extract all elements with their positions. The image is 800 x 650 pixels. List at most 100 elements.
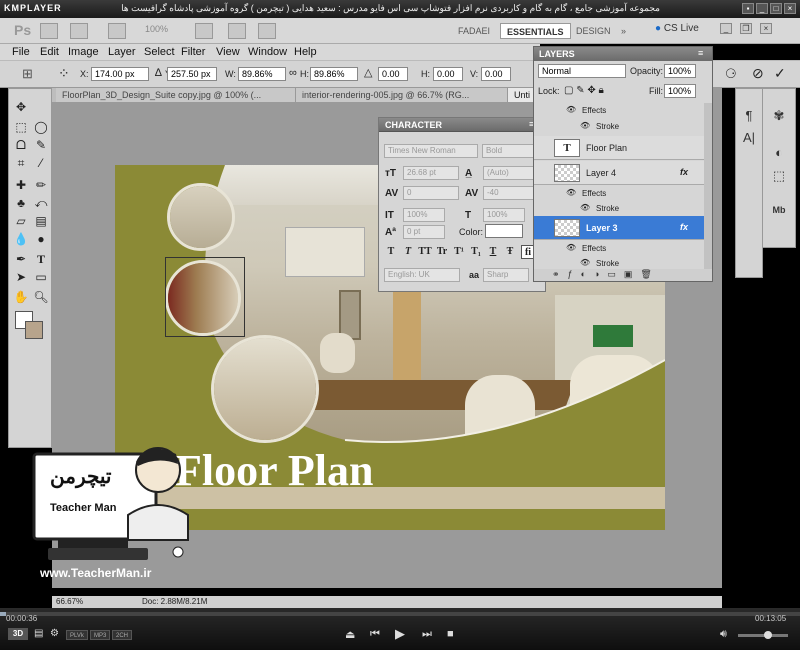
blur-tool-icon[interactable]: 💧 [13,231,29,247]
eye-icon[interactable]: 👁︎ [580,258,590,267]
strikethrough-button[interactable]: Ŧ [503,245,517,259]
km-maximize-icon[interactable]: □ [770,3,782,14]
faux-bold-button[interactable]: T [384,245,398,259]
opacity-field[interactable]: 100% [664,64,696,78]
vertical-scale-field[interactable]: 100% [403,208,445,222]
history-brush-icon[interactable]: ⤺ [33,195,49,211]
workspace-more[interactable]: » [615,23,632,39]
tab-interior-rendering[interactable]: interior-rendering-005.jpg @ 66.7% (RG..… [296,88,508,102]
3d-button[interactable]: 3D [8,628,28,640]
background-color-swatch[interactable] [25,321,43,339]
bridge-icon[interactable] [40,23,58,39]
ellipse-marquee-icon[interactable]: ◯ [33,119,49,135]
effects-row[interactable]: 👁︎ Effects [534,103,704,118]
shape-tool-icon[interactable]: ▭ [33,269,49,285]
layer-row-layer-3[interactable]: Layer 3 fx [534,216,704,240]
settings-icon[interactable]: ⚙ [50,628,59,639]
arrange-documents-icon[interactable] [228,23,246,39]
menu-view[interactable]: View [216,46,240,58]
eye-icon[interactable]: 👁︎ [566,188,576,197]
path-select-icon[interactable]: ➤ [13,269,29,285]
color-panel-icon[interactable]: ✾ [770,107,788,125]
menu-edit[interactable]: Edit [40,46,59,58]
menu-file[interactable]: File [12,46,30,58]
vskew-field[interactable]: 0.00 [481,67,511,81]
eye-icon[interactable]: 👁︎ [580,121,590,130]
workspace-fadaei[interactable]: FADAEI [452,23,496,39]
km-minimize-icon[interactable]: _ [756,3,768,14]
baseline-shift-field[interactable]: 0 pt [403,225,445,239]
volume-slider[interactable] [738,634,788,637]
lock-icons[interactable]: ▢ ✎ ✥ 🔒︎ [564,85,604,96]
transform-bounding-box[interactable] [165,257,245,337]
eye-icon[interactable]: 👁︎ [566,243,576,252]
volume-icon[interactable]: 🔊︎ [720,628,727,641]
volume-knob[interactable] [764,631,772,639]
cancel-transform-icon[interactable]: ⊘ [752,65,764,82]
tab-floorplan[interactable]: FloorPlan_3D_Design_Suite copy.jpg @ 100… [56,88,296,102]
all-caps-button[interactable]: TT [418,245,432,259]
eye-icon[interactable]: 👁︎ [566,105,576,114]
menu-select[interactable]: Select [144,46,175,58]
effects-row[interactable]: 👁︎ Effects [534,241,704,256]
minibridge-icon[interactable] [70,23,88,39]
text-color-swatch[interactable] [485,224,523,238]
font-size-field[interactable]: 26.68 pt [403,166,459,180]
screen-mode-icon[interactable] [258,23,276,39]
fill-field[interactable]: 100% [664,84,696,98]
ps-restore-icon[interactable]: ❐ [740,23,752,34]
eye-icon[interactable]: 👁︎ [580,203,590,212]
gradient-tool-icon[interactable]: ▤ [33,213,49,229]
move-tool-icon[interactable]: ✥ [13,99,29,115]
pen-tool-icon[interactable]: ✒ [13,251,29,267]
fx-icon[interactable]: fx [680,222,688,232]
menu-help[interactable]: Help [294,46,317,58]
menu-window[interactable]: Window [248,46,287,58]
effects-row[interactable]: 👁︎ Effects [534,186,704,201]
faux-italic-button[interactable]: T [401,245,415,259]
small-caps-button[interactable]: Tr [435,245,449,259]
play-icon[interactable]: ▶ [395,626,405,642]
rotate-field[interactable]: 0.00 [378,67,408,81]
menu-filter[interactable]: Filter [181,46,205,58]
layer-row-layer-4[interactable]: Layer 4 fx [534,161,704,185]
zoom-level-dropdown[interactable]: 100% [145,24,168,34]
height-field[interactable]: 89.86% [310,67,358,81]
subscript-button[interactable]: T₁ [469,245,483,259]
antialias-select[interactable]: Sharp [483,268,529,282]
link-icon[interactable]: ∞ [289,67,297,79]
thumbnail-circle-1[interactable] [167,183,235,251]
lasso-tool-icon[interactable]: ᗝ [13,137,29,153]
view-extras-icon[interactable] [108,23,126,39]
dodge-tool-icon[interactable]: ● [33,231,49,247]
hand-tool-icon[interactable]: ✋ [13,289,29,305]
menu-layer[interactable]: Layer [108,46,136,58]
ps-minimize-icon[interactable]: _ [720,23,732,34]
hand-tool-icon[interactable] [195,23,213,39]
fx-icon[interactable]: fx [680,167,688,177]
character-panel-icon[interactable]: A| [740,129,758,147]
layers-menu-icon[interactable]: ≡ [698,48,703,58]
thumbnail-circle-3[interactable] [211,335,319,443]
horizontal-scale-field[interactable]: 100% [483,208,525,222]
brush-tool-icon[interactable]: ✏ [33,177,49,193]
quick-select-icon[interactable]: ✎ [33,137,49,153]
km-pin-icon[interactable]: ▪ [742,3,754,14]
zoom-status[interactable]: 66.67% [56,597,83,606]
clone-stamp-icon[interactable]: ♣ [13,195,29,211]
layer-row-floor-plan[interactable]: T Floor Plan [534,136,704,160]
delta-icon[interactable]: ∆ [155,67,162,79]
superscript-button[interactable]: T¹ [452,245,466,259]
eject-icon[interactable]: ⏏ [345,628,355,641]
eraser-tool-icon[interactable]: ▱ [13,213,29,229]
underline-button[interactable]: T [486,245,500,259]
kerning-field[interactable]: 0 [403,186,459,200]
font-style-select[interactable]: Bold [482,144,540,158]
layers-footer-buttons[interactable]: ⚭ƒ◐◑▭▣🗑︎ [534,269,712,281]
crop-tool-icon[interactable]: ⌗ [13,155,29,171]
paragraph-panel-icon[interactable]: ¶ [740,107,758,125]
width-field[interactable]: 89.86% [238,67,286,81]
ps-close-icon[interactable]: × [760,23,772,34]
hskew-field[interactable]: 0.00 [433,67,463,81]
seek-bar[interactable] [0,612,800,616]
